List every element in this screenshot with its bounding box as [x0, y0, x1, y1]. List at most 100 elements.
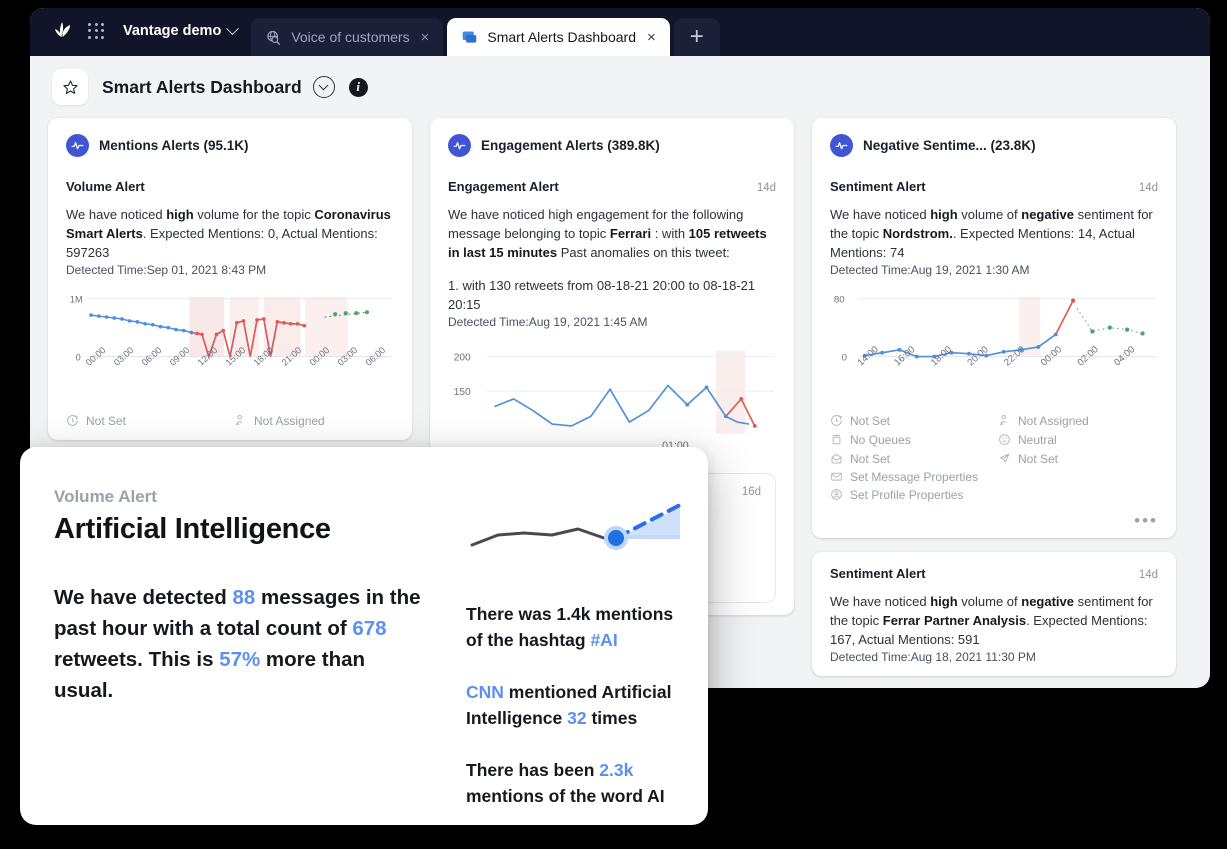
meta-label: Not Set	[850, 451, 891, 466]
column-header: Negative Sentime... (23.8K)	[830, 134, 1158, 157]
negative-sentiment-chart[interactable]: 80 0 14:00 16:00 18:00 20:00 22:00 00:00…	[830, 291, 1158, 402]
meta-item-sla[interactable]: Not Set	[66, 414, 226, 428]
engagement-chart[interactable]: 200 150 01:00	[448, 343, 776, 459]
alert-meta-row: Sentiment Alert 14d	[830, 179, 1158, 194]
alert-detected-time: Detected Time:Aug 19, 2021 1:45 AM	[448, 315, 648, 329]
close-icon[interactable]: ×	[645, 30, 658, 45]
volume-alert-overlay-card[interactable]: Volume Alert Artificial Intelligence We …	[20, 447, 708, 825]
alert-age: 14d	[756, 182, 776, 194]
meta-label: Not Set	[850, 413, 891, 428]
alert-meta-row: Engagement Alert 14d	[448, 179, 776, 194]
alert-body: We have noticed high volume for the topi…	[66, 207, 391, 260]
tab-voice-of-customers[interactable]: Voice of customers ×	[251, 18, 444, 56]
mentions-volume-chart-svg: 1M 0 00:00 03:00 06:00 09:00 12:00 15:00…	[70, 295, 393, 368]
alert-kind: Engagement Alert	[448, 179, 559, 194]
meta-label: Not Assigned	[1018, 413, 1089, 428]
alert-anomaly-list: 1. with 130 retweets from 08-18-21 20:00…	[448, 278, 756, 312]
column-title: Engagement Alerts (389.8K)	[481, 138, 660, 153]
alert-meta-row: Sentiment Alert 14d	[830, 566, 1158, 581]
browser-tab-bar: Vantage demo Voice of customers × Smart …	[30, 8, 1210, 56]
trend-sparkline	[470, 503, 682, 550]
alert-meta-grid: Not Set Not Assigned	[66, 414, 394, 428]
chevron-down-icon	[318, 79, 329, 90]
meta-item-sentiment[interactable]: Neutral	[998, 433, 1158, 447]
alert-kind: Volume Alert	[66, 179, 145, 194]
alert-card[interactable]: Negative Sentime... (23.8K) Sentiment Al…	[812, 118, 1176, 538]
page-title-dropdown[interactable]	[312, 76, 335, 98]
tab-label: Smart Alerts Dashboard	[487, 29, 636, 45]
meta-label: Neutral	[1018, 432, 1057, 447]
column-header: Mentions Alerts (95.1K)	[66, 134, 394, 157]
svg-text:200: 200	[454, 352, 471, 363]
favorite-star-button[interactable]	[52, 69, 88, 105]
alert-card[interactable]: Mentions Alerts (95.1K) Volume Alert We …	[48, 118, 412, 440]
person-assign-icon	[236, 415, 243, 426]
apps-grid-icon[interactable]	[88, 22, 105, 40]
negative-sentiment-chart-svg: 80 0 14:00 16:00 18:00 20:00 22:00 00:00…	[834, 295, 1157, 368]
svg-text:150: 150	[454, 387, 471, 398]
new-tab-button[interactable]: +	[673, 18, 720, 56]
clock-arrow-icon	[831, 415, 842, 427]
svg-text:80: 80	[834, 295, 845, 306]
chat-bubble-icon	[463, 31, 477, 43]
engagement-chart-svg: 200 150 01:00	[454, 350, 775, 452]
meta-label: Set Message Properties	[850, 469, 979, 484]
sprinklr-logo[interactable]	[50, 18, 76, 44]
overlay-paragraph: We have detected 88 messages in the past…	[54, 586, 421, 702]
mentions-volume-chart[interactable]: 1M 0 00:00 03:00 06:00 09:00 12:00 15:00…	[66, 291, 394, 402]
meta-item-profile-properties[interactable]: Set Profile Properties	[830, 488, 1158, 502]
meta-item-message-properties[interactable]: Set Message Properties	[830, 470, 1158, 484]
clock-arrow-icon	[67, 415, 78, 427]
close-icon[interactable]: ×	[419, 30, 432, 45]
meta-item-outbound[interactable]: Not Set	[998, 452, 1158, 466]
alert-detected-time: Detected Time:Aug 19, 2021 1:30 AM	[830, 263, 1030, 277]
alert-age: 14d	[1138, 182, 1158, 194]
alert-age: 14d	[1138, 568, 1158, 581]
chevron-down-icon	[226, 21, 240, 35]
alert-card[interactable]: Sentiment Alert 14d We have noticed high…	[812, 551, 1176, 676]
workspace-selector[interactable]: Vantage demo	[117, 21, 251, 39]
tab-smart-alerts-dashboard[interactable]: Smart Alerts Dashboard ×	[447, 18, 670, 56]
info-icon[interactable]: i	[348, 77, 368, 97]
meta-label: Not Assigned	[254, 413, 325, 428]
meta-item-assignee[interactable]: Not Assigned	[998, 414, 1158, 428]
paper-plane-icon	[999, 453, 1010, 464]
column-title: Mentions Alerts (95.1K)	[99, 138, 249, 153]
tabbar-left-group: Vantage demo	[42, 8, 251, 56]
page-title: Smart Alerts Dashboard	[102, 76, 302, 97]
alert-body: We have noticed high volume of negative …	[830, 593, 1153, 647]
meta-item-sla[interactable]: Not Set	[830, 414, 990, 428]
alert-meta-grid: Not Set Not Assigned	[830, 414, 1158, 466]
meta-label: Set Profile Properties	[850, 487, 964, 502]
alert-kind: Sentiment Alert	[830, 179, 926, 194]
overlay-title: Artificial Intelligence	[54, 513, 331, 545]
overlay-stat: CNN mentioned Artificial Intelligence 32…	[466, 682, 672, 728]
envelope-icon	[831, 473, 842, 482]
pulse-activity-icon	[66, 134, 89, 157]
svg-text:1M: 1M	[70, 295, 83, 305]
user-circle-icon	[831, 489, 842, 501]
overlay-kicker: Volume Alert	[54, 487, 157, 506]
meta-label: No Queues	[850, 432, 911, 447]
globe-search-icon	[267, 30, 281, 45]
alert-body: We have noticed high volume of negative …	[830, 207, 1153, 260]
meta-label: Not Set	[1018, 451, 1059, 466]
alert-meta-row: Volume Alert	[66, 179, 394, 194]
meta-item-inbox[interactable]: Not Set	[830, 452, 990, 466]
column-header: Engagement Alerts (389.8K)	[448, 134, 776, 157]
queue-icon	[832, 435, 841, 445]
column-negative-sentiment: Negative Sentime... (23.8K) Sentiment Al…	[812, 118, 1176, 688]
pulse-activity-icon	[830, 134, 853, 157]
neutral-face-icon	[999, 434, 1010, 446]
overlay-stat: There has been 2.3k mentions of the word…	[466, 760, 665, 806]
meta-item-queue[interactable]: No Queues	[830, 433, 990, 447]
tab-label: Voice of customers	[291, 29, 410, 45]
svg-text:0: 0	[76, 352, 81, 362]
column-title: Negative Sentime... (23.8K)	[863, 138, 1036, 153]
alert-detected-time: Detected Time:Aug 18, 2021 11:30 PM	[830, 649, 1036, 664]
meta-item-assignee[interactable]: Not Assigned	[234, 414, 394, 428]
svg-text:0: 0	[842, 352, 847, 363]
alert-kind: Sentiment Alert	[830, 565, 926, 581]
card-overflow-menu[interactable]: •••	[830, 502, 1158, 529]
alert-body: We have noticed high engagement for the …	[448, 207, 767, 260]
